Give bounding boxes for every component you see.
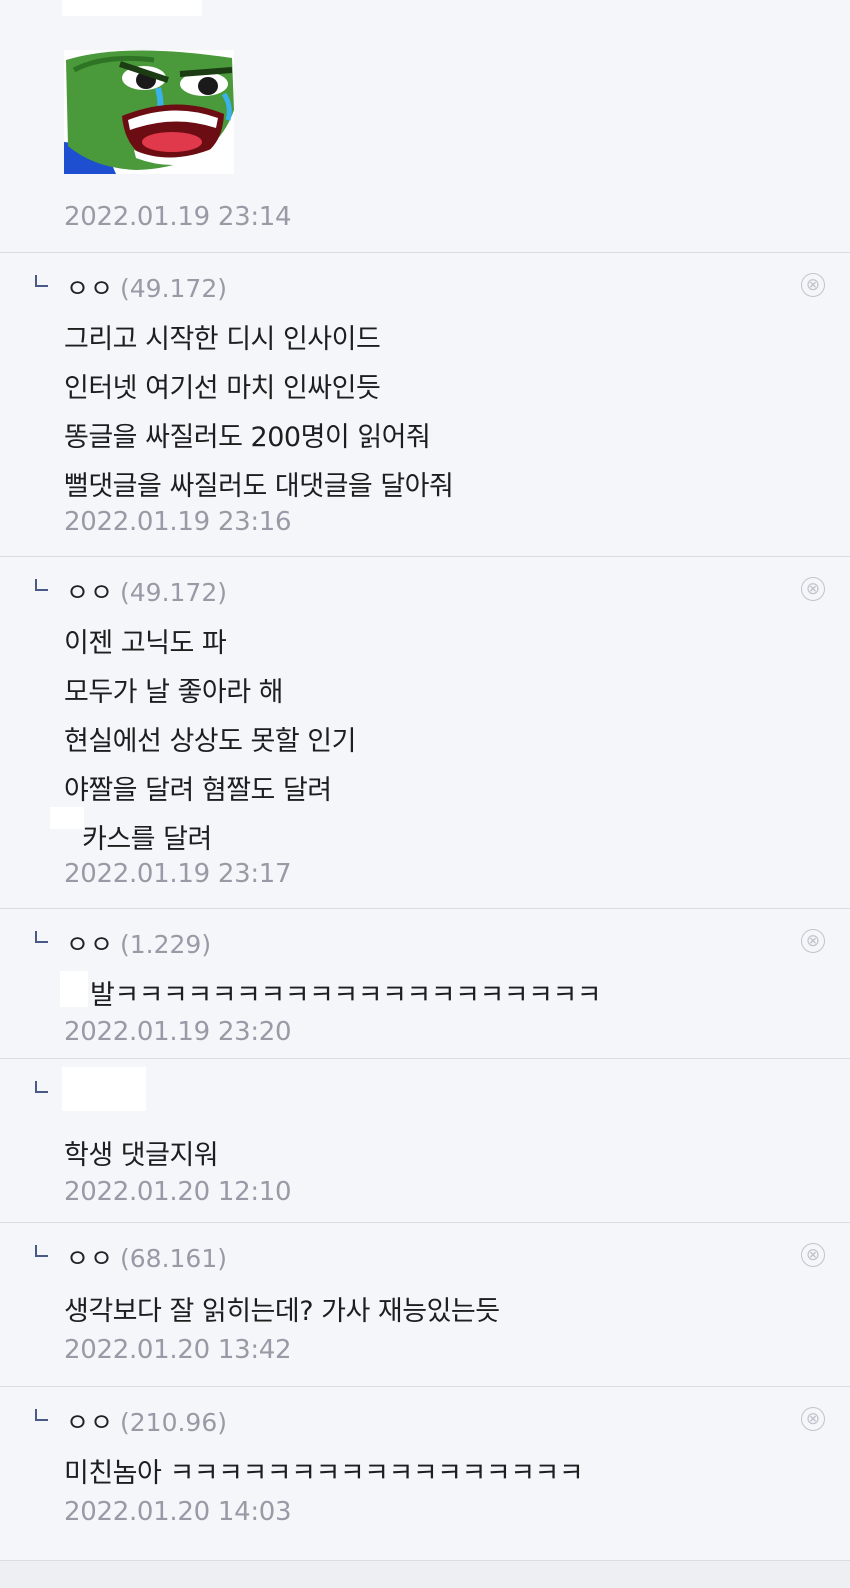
comment-timestamp: 2022.01.20 12:10 (64, 1177, 292, 1207)
author-nickname: ㅇㅇ (66, 274, 115, 303)
reply-corner-icon (35, 931, 48, 943)
author-ip: (49.172) (120, 578, 227, 607)
comment-line: 현실에선 상상도 못할 인기 (64, 726, 357, 757)
author-ip: (49.172) (120, 274, 227, 303)
reply-comment: ㅇㅇ (1.229) ⊗ 발ㅋㅋㅋㅋㅋㅋㅋㅋㅋㅋㅋㅋㅋㅋㅋㅋㅋㅋㅋㅋ 2022.0… (0, 908, 850, 1059)
comment-line: 똥글을 싸질러도 200명이 읽어줘 (64, 422, 431, 453)
reply-comment: ㅇㅇ (49.172) ⊗ 그리고 시작한 디시 인사이드 인터넷 여기선 마치 … (0, 252, 850, 557)
reply-corner-icon (35, 1409, 48, 1421)
comment-line: 카스를 달려 (82, 824, 212, 855)
comment-line: 인터넷 여기선 마치 인싸인듯 (64, 373, 381, 404)
redacted-nickname (62, 0, 202, 16)
reply-corner-icon (35, 275, 48, 287)
pepe-sticker-image[interactable] (64, 50, 234, 174)
comment-line: 야짤을 달려 혐짤도 달려 (64, 775, 332, 806)
delete-comment-icon[interactable]: ⊗ (801, 577, 825, 601)
delete-comment-icon[interactable]: ⊗ (801, 1407, 825, 1431)
author-ip: (1.229) (120, 930, 212, 959)
author-ip: (68.161) (120, 1244, 227, 1273)
comment-timestamp: 2022.01.19 23:17 (64, 859, 292, 889)
author-ip: (210.96) (120, 1408, 227, 1437)
delete-comment-icon[interactable]: ⊗ (801, 273, 825, 297)
author-nickname: ㅇㅇ (66, 930, 115, 959)
author-nickname: ㅇㅇ (66, 1244, 115, 1273)
comment-list: 2022.01.19 23:14 ㅇㅇ (49.172) ⊗ 그리고 시작한 디시… (0, 0, 850, 1588)
comment-line: 생각보다 잘 읽히는데? 가사 재능있는듯 (64, 1296, 500, 1327)
reply-comment: ㅇㅇ (49.172) ⊗ 이젠 고닉도 파 모두가 날 좋아라 해 현실에선 상… (0, 556, 850, 909)
reply-corner-icon (35, 579, 48, 591)
reply-comment: ㅇㅇ (210.96) ⊗ 미친놈아 ㅋㅋㅋㅋㅋㅋㅋㅋㅋㅋㅋㅋㅋㅋㅋㅋㅋ 2022… (0, 1386, 850, 1561)
author-nickname: ㅇㅇ (66, 1408, 115, 1437)
redacted-nickname (62, 1067, 146, 1111)
comment-sticker-block: 2022.01.19 23:14 (0, 0, 850, 254)
comment-line: 학생 댓글지워 (64, 1140, 219, 1171)
comment-line: 이젠 고닉도 파 (64, 628, 227, 659)
reply-comment: ㅇㅇ (68.161) ⊗ 생각보다 잘 읽히는데? 가사 재능있는듯 2022.… (0, 1222, 850, 1387)
comment-line: 그리고 시작한 디시 인사이드 (64, 324, 381, 355)
comment-timestamp: 2022.01.20 13:42 (64, 1335, 292, 1365)
comment-timestamp: 2022.01.20 14:03 (64, 1497, 292, 1527)
comment-line: 발ㅋㅋㅋㅋㅋㅋㅋㅋㅋㅋㅋㅋㅋㅋㅋㅋㅋㅋㅋㅋ (90, 980, 602, 1011)
comment-author[interactable]: ㅇㅇ (210.96) (66, 1403, 227, 1439)
comment-author[interactable]: ㅇㅇ (1.229) (66, 925, 211, 961)
delete-comment-icon[interactable]: ⊗ (801, 1243, 825, 1267)
comment-author[interactable]: ㅇㅇ (49.172) (66, 573, 227, 609)
reply-corner-icon (35, 1081, 48, 1093)
delete-comment-icon[interactable]: ⊗ (801, 929, 825, 953)
comment-line: 뻘댓글을 싸질러도 대댓글을 달아줘 (64, 471, 454, 502)
comment-line: 모두가 날 좋아라 해 (64, 677, 283, 708)
comment-timestamp: 2022.01.19 23:16 (64, 507, 292, 537)
list-bottom-bar (0, 1560, 850, 1588)
reply-comment: 학생 댓글지워 2022.01.20 12:10 (0, 1058, 850, 1223)
comment-timestamp: 2022.01.19 23:14 (64, 202, 292, 232)
comment-line: 미친놈아 ㅋㅋㅋㅋㅋㅋㅋㅋㅋㅋㅋㅋㅋㅋㅋㅋㅋ (64, 1458, 584, 1489)
comment-author[interactable]: ㅇㅇ (49.172) (66, 269, 227, 305)
redacted-text (50, 807, 84, 829)
author-nickname: ㅇㅇ (66, 578, 115, 607)
comment-author[interactable] (66, 1075, 72, 1104)
reply-corner-icon (35, 1245, 48, 1257)
comment-timestamp: 2022.01.19 23:20 (64, 1017, 292, 1047)
redacted-text (60, 971, 88, 1007)
comment-author[interactable]: ㅇㅇ (68.161) (66, 1239, 227, 1275)
